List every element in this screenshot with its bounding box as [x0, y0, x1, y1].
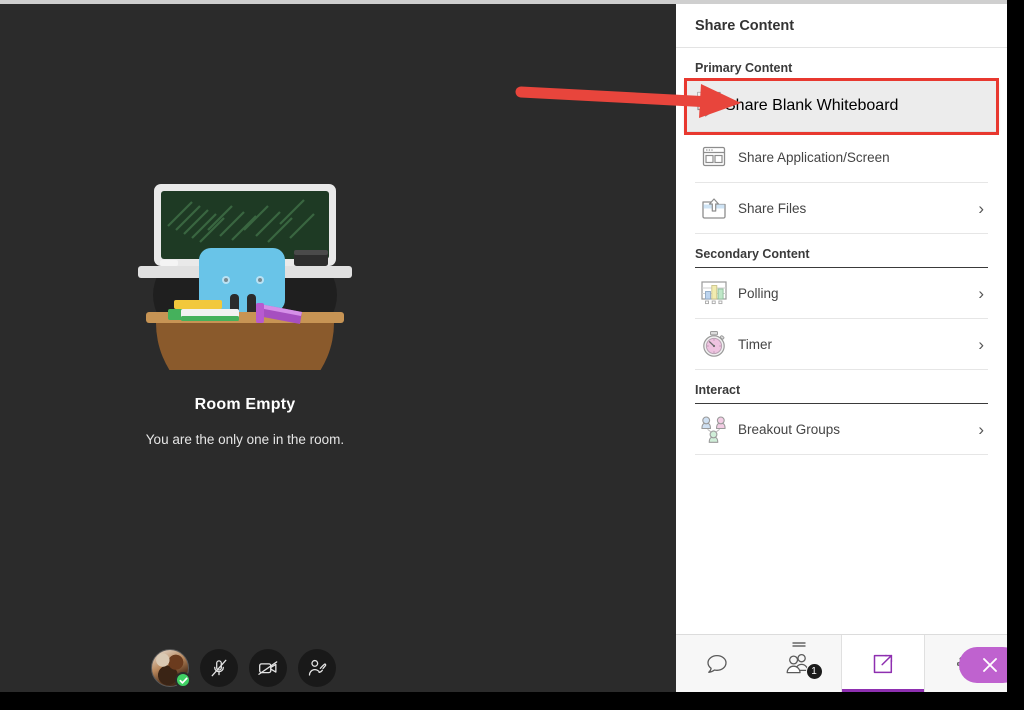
raise-hand-button[interactable] [298, 649, 336, 687]
room-empty-subtitle: You are the only one in the room. [145, 432, 345, 447]
chat-tab[interactable] [676, 635, 758, 692]
menu-item-timer[interactable]: Timer › [695, 319, 988, 370]
self-controls-bar [151, 649, 336, 688]
raise-hand-icon [308, 659, 327, 676]
participants-tab[interactable]: 1 [758, 635, 840, 692]
drag-grip-icon [792, 642, 806, 647]
menu-item-label: Share Application/Screen [738, 149, 890, 165]
connection-status-badge [175, 672, 191, 688]
screen-share-icon [695, 145, 733, 169]
folder-upload-icon [695, 195, 733, 221]
microphone-toggle[interactable] [200, 649, 238, 687]
menu-item-label: Breakout Groups [738, 421, 841, 437]
menu-item-breakout-groups[interactable]: Breakout Groups › [695, 404, 988, 455]
panel-tabbar: 1 [676, 634, 1021, 692]
chevron-right-icon: › [978, 419, 984, 439]
panel-body: Primary Content Share Blank Whiteboard S… [676, 48, 1007, 634]
menu-item-share-files[interactable]: Share Files › [695, 183, 988, 234]
app-root: Room Empty You are the only one in the r… [0, 0, 1024, 710]
room-empty-title: Room Empty [194, 396, 296, 413]
chevron-right-icon: › [978, 334, 984, 354]
camera-off-icon [258, 661, 278, 675]
menu-item-share-application-screen[interactable]: Share Application/Screen [695, 132, 988, 183]
empty-classroom-illustration [108, 180, 382, 412]
close-x-icon [983, 658, 997, 672]
people-group-icon [695, 414, 733, 444]
right-black-gutter [1007, 0, 1024, 710]
menu-item-label: Share Files [738, 200, 807, 216]
panel-title: Share Content [695, 17, 795, 34]
bar-chart-icon [695, 279, 733, 307]
bottom-black-gutter [0, 692, 1024, 710]
panel-header: Share Content [676, 4, 1007, 48]
share-screen-icon [873, 654, 892, 673]
chevron-right-icon: › [978, 283, 984, 303]
stopwatch-icon [695, 330, 733, 358]
menu-item-label: Polling [738, 285, 779, 301]
camera-toggle[interactable] [249, 649, 287, 687]
share-tab[interactable] [840, 635, 925, 692]
menu-item-label: Timer [738, 336, 772, 352]
chevron-right-icon: › [978, 198, 984, 218]
chat-bubble-icon [707, 654, 727, 673]
participants-count-badge: 1 [805, 663, 823, 680]
mic-muted-icon [211, 659, 227, 677]
red-arrow-pointer [515, 76, 750, 118]
avatar[interactable] [151, 649, 191, 688]
menu-item-label: Share Blank Whiteboard [725, 97, 899, 114]
section-label-interact: Interact [695, 370, 988, 404]
section-label-secondary: Secondary Content [695, 234, 988, 268]
menu-item-polling[interactable]: Polling › [695, 268, 988, 319]
